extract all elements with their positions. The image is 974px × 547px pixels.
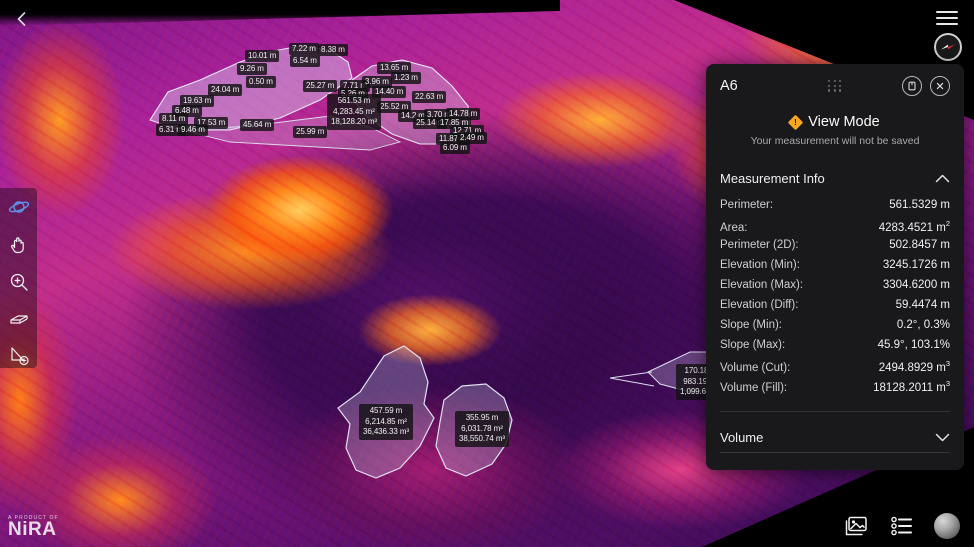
map-dimension-label[interactable]: 0.50 m bbox=[246, 76, 276, 88]
map-dimension-label[interactable]: 9.46 m bbox=[178, 124, 208, 136]
back-icon[interactable] bbox=[12, 9, 32, 29]
map-stat-line: 38,550.74 m³ bbox=[459, 434, 505, 443]
measurement-row: Perimeter: 561.5329 m bbox=[720, 199, 950, 219]
measurement-row-key: Volume (Fill): bbox=[720, 381, 788, 394]
pan-hand-icon[interactable] bbox=[6, 233, 32, 256]
section-header-volume[interactable]: Volume bbox=[706, 422, 964, 452]
panel-divider bbox=[720, 411, 950, 412]
map-dimension-label[interactable]: 8.38 m bbox=[318, 44, 348, 56]
drag-handle-icon[interactable] bbox=[828, 80, 842, 92]
section-label-defect: Defect bbox=[720, 469, 758, 471]
map-stat-line: 6,031.78 m² bbox=[461, 423, 503, 433]
zoom-in-icon[interactable] bbox=[6, 270, 32, 293]
measurement-row: Area: 4283.4521 m2 bbox=[720, 219, 950, 239]
map-stat-line: 18,128.20 m³ bbox=[331, 117, 377, 126]
measurement-row: Slope (Max): 45.9°, 103.1% bbox=[720, 339, 950, 359]
hamburger-menu-icon[interactable] bbox=[936, 11, 958, 27]
measurement-row-key: Area: bbox=[720, 221, 748, 234]
measurement-row-value: 4283.4521 m2 bbox=[878, 219, 950, 234]
measurement-row-key: Perimeter: bbox=[720, 199, 774, 211]
section-plane-icon[interactable] bbox=[6, 308, 32, 331]
map-stat-line: 355.95 m bbox=[465, 413, 499, 422]
measurement-row-value: 0.2°, 0.3% bbox=[896, 319, 950, 331]
measurement-row-key: Volume (Cut): bbox=[720, 361, 791, 374]
unit-exponent: 3 bbox=[945, 379, 950, 388]
measurement-row-value: 59.4474 m bbox=[895, 299, 950, 311]
stats-main-polygon[interactable]: 561.53 m 4,283.45 m² 18,128.20 m³ bbox=[327, 94, 381, 130]
measurement-row: Elevation (Min): 3245.1726 m bbox=[720, 259, 950, 279]
map-stat-line: 36,436.33 m³ bbox=[363, 427, 409, 436]
measurement-row-key: Elevation (Max): bbox=[720, 279, 804, 291]
measurement-row-value: 502.8457 m bbox=[889, 239, 950, 251]
watermark: a product of NiRA bbox=[8, 515, 59, 539]
layers-list-icon[interactable] bbox=[888, 513, 916, 539]
bottom-controls bbox=[842, 513, 960, 539]
measurement-rows: Perimeter: 561.5329 m Area: 4283.4521 m2 Per… bbox=[706, 193, 964, 399]
measure-icon[interactable] bbox=[6, 345, 32, 368]
measurement-row-value: 45.9°, 103.1% bbox=[877, 339, 950, 351]
view-mode-subtext: Your measurement will not be saved bbox=[750, 135, 920, 147]
measurement-row: Volume (Fill): 18128.2011 m3 bbox=[720, 379, 950, 399]
measurement-row-value: 18128.2011 m3 bbox=[873, 379, 950, 394]
map-dimension-label[interactable]: 6.54 m bbox=[290, 55, 320, 67]
compass-icon[interactable] bbox=[934, 33, 962, 61]
measurement-row-key: Perimeter (2D): bbox=[720, 239, 799, 251]
measurement-row-value: 3304.6200 m bbox=[882, 279, 950, 291]
map-dimension-label[interactable]: 1.23 m bbox=[391, 72, 421, 84]
app-root: 10.01 m 7.22 m 8.38 m 6.54 m 9.26 m 0.50 m 24.… bbox=[0, 0, 974, 547]
stats-lower-right-polygon[interactable]: 355.95 m 6,031.78 m² 38,550.74 m³ bbox=[455, 411, 509, 447]
map-dimension-label[interactable]: 10.01 m bbox=[245, 50, 280, 62]
map-dimension-label[interactable]: 25.99 m bbox=[293, 126, 328, 138]
watermark-logo: NiRA bbox=[8, 518, 57, 540]
map-dimension-label[interactable]: 22.63 m bbox=[412, 91, 447, 103]
gallery-icon[interactable] bbox=[842, 513, 870, 539]
measurement-row: Slope (Min): 0.2°, 0.3% bbox=[720, 319, 950, 339]
map-dimension-label[interactable]: 6.09 m bbox=[440, 142, 470, 154]
map-stat-line: 561.53 m bbox=[337, 96, 371, 105]
panel-title: A6 bbox=[720, 78, 738, 94]
view-mode-row: View Mode bbox=[706, 114, 964, 130]
section-label-volume: Volume bbox=[720, 429, 764, 445]
map-dimension-label[interactable]: 7.22 m bbox=[289, 43, 319, 55]
left-toolbar bbox=[0, 188, 37, 368]
measurement-row: Elevation (Max): 3304.6200 m bbox=[720, 279, 950, 299]
measurement-row: Volume (Cut): 2494.8929 m3 bbox=[720, 359, 950, 379]
map-dimension-label[interactable]: 45.64 m bbox=[240, 119, 275, 131]
volume-underline bbox=[720, 452, 950, 453]
warning-diamond-icon bbox=[787, 114, 804, 130]
close-icon[interactable] bbox=[930, 76, 950, 96]
section-header-defect[interactable]: Defect bbox=[706, 461, 964, 471]
map-dimension-label[interactable]: 9.26 m bbox=[237, 63, 267, 75]
orbit-icon[interactable] bbox=[6, 196, 32, 219]
map-stat-line: 6,214.85 m² bbox=[365, 416, 407, 426]
map-stat-line: 457.59 m bbox=[369, 406, 403, 415]
measurement-row-value: 561.5329 m bbox=[889, 199, 950, 211]
map-dimension-label[interactable]: 24.04 m bbox=[208, 84, 243, 96]
unit-exponent: 2 bbox=[945, 219, 950, 228]
map-dimension-label[interactable]: 25.27 m bbox=[303, 80, 338, 92]
chevron-down-icon bbox=[935, 433, 950, 441]
chevron-up-icon bbox=[935, 174, 950, 182]
measurement-row: Elevation (Diff): 59.4474 m bbox=[720, 299, 950, 319]
view-mode-label: View Mode bbox=[808, 114, 880, 130]
measurement-row: Perimeter (2D): 502.8457 m bbox=[720, 239, 950, 259]
top-bar bbox=[0, 0, 974, 26]
stats-lower-left-polygon[interactable]: 457.59 m 6,214.85 m² 36,436.33 m³ bbox=[359, 404, 413, 440]
measurement-row-key: Slope (Min): bbox=[720, 319, 782, 331]
measurement-row-key: Elevation (Min): bbox=[720, 259, 800, 271]
view-cube-ball[interactable] bbox=[934, 513, 960, 539]
view-mode-block: View Mode Your measurement will not be s… bbox=[706, 114, 964, 147]
map-stat-line: 4,283.45 m² bbox=[333, 106, 375, 116]
section-label-measurement-info: Measurement Info bbox=[720, 170, 825, 186]
delete-icon[interactable] bbox=[902, 76, 922, 96]
measurement-row-key: Elevation (Diff): bbox=[720, 299, 799, 311]
unit-exponent: 3 bbox=[945, 359, 950, 368]
measurement-row-key: Slope (Max): bbox=[720, 339, 786, 351]
section-header-measurement-info[interactable]: Measurement Info bbox=[706, 163, 964, 193]
panel-header: A6 bbox=[706, 64, 964, 108]
measurement-row-value: 2494.8929 m3 bbox=[878, 359, 950, 374]
measurement-panel: A6 View Mode Your bbox=[706, 64, 964, 470]
measurement-row-value: 3245.1726 m bbox=[882, 259, 950, 271]
